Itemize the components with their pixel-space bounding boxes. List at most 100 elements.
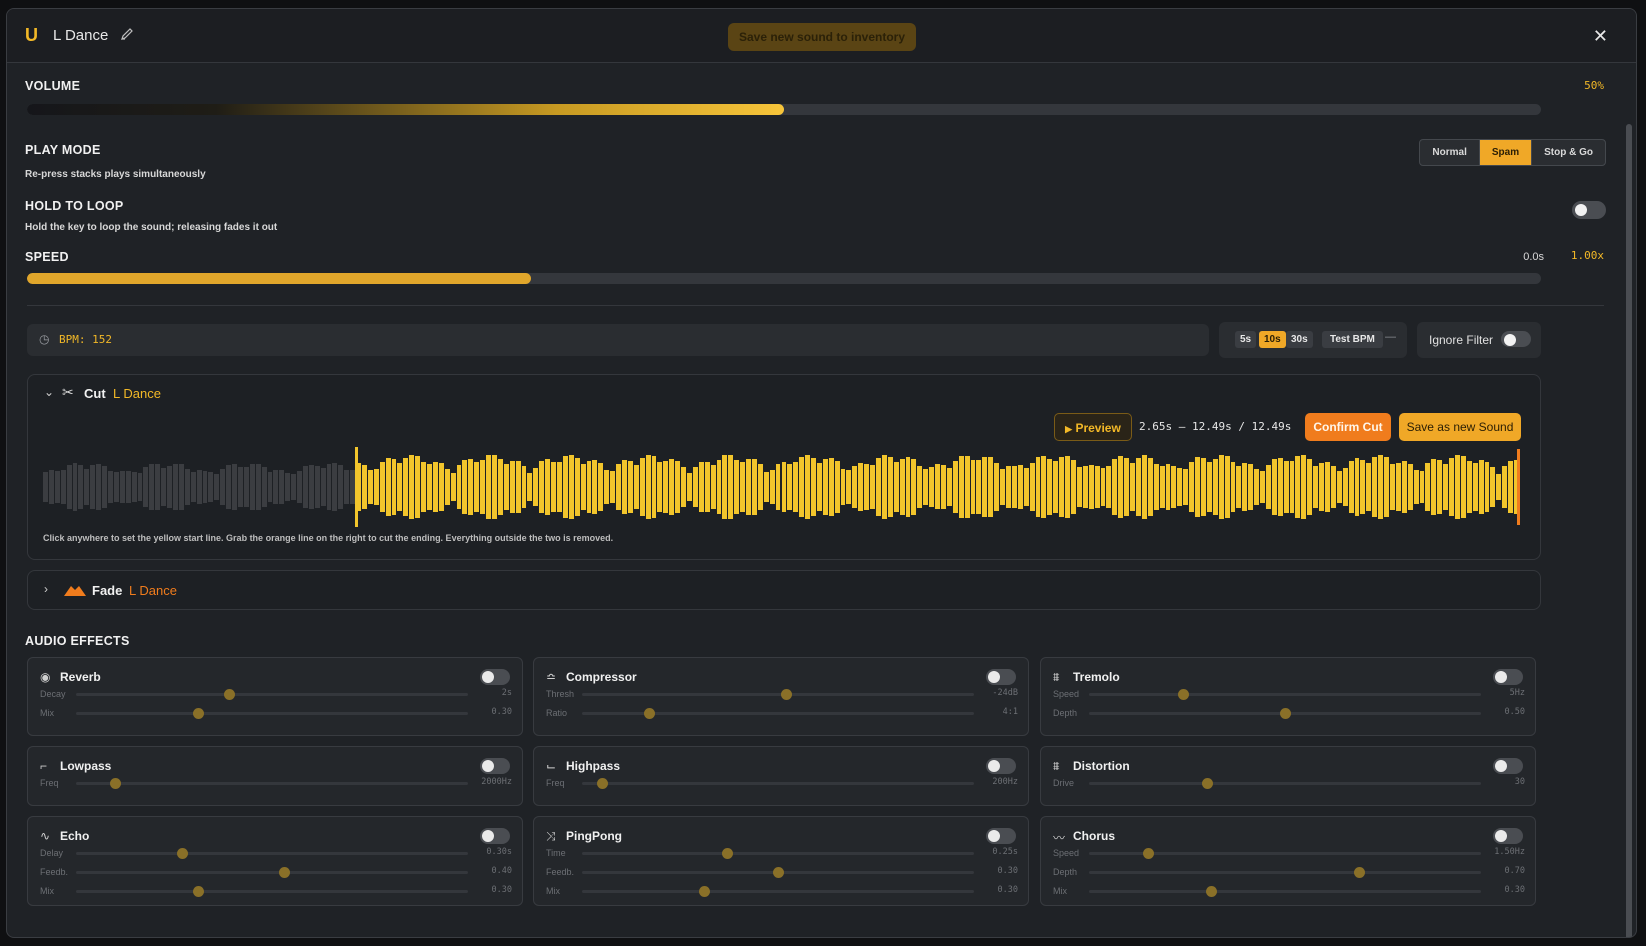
- param-slider[interactable]: [1089, 867, 1481, 878]
- param-knob[interactable]: [1280, 708, 1291, 719]
- waveform-bar: [249, 463, 255, 511]
- param-knob[interactable]: [192, 708, 204, 719]
- param-slider[interactable]: [76, 867, 468, 878]
- effect-toggle[interactable]: [986, 669, 1016, 685]
- preview-button[interactable]: ▶ Preview: [1054, 413, 1132, 441]
- play-mode-normal[interactable]: Normal: [1420, 140, 1480, 165]
- param-slider[interactable]: [582, 848, 974, 859]
- waveform-bar: [639, 457, 645, 517]
- cut-start-marker[interactable]: [355, 447, 359, 527]
- param-knob[interactable]: [1178, 689, 1190, 700]
- waveform-bar: [409, 454, 415, 520]
- duration-10s[interactable]: 10s: [1259, 331, 1286, 348]
- effect-toggle[interactable]: [1493, 669, 1523, 685]
- param-knob[interactable]: [722, 848, 734, 859]
- waveform-bar: [1118, 456, 1124, 518]
- param-slider[interactable]: [1089, 848, 1481, 859]
- param-slider[interactable]: [582, 708, 974, 719]
- waveform-bar: [184, 468, 190, 506]
- param-knob[interactable]: [176, 848, 188, 859]
- param-knob[interactable]: [1205, 886, 1217, 897]
- param-slider[interactable]: [1089, 886, 1481, 897]
- waveform-bar: [1277, 457, 1283, 517]
- duration-30s[interactable]: 30s: [1286, 331, 1313, 348]
- volume-slider[interactable]: [27, 104, 1541, 115]
- speed-slider[interactable]: [27, 273, 1541, 284]
- effect-toggle[interactable]: [986, 758, 1016, 774]
- scrollbar[interactable]: [1626, 124, 1632, 937]
- effect-toggle[interactable]: [480, 758, 510, 774]
- param-slider[interactable]: [76, 708, 468, 719]
- waveform-bar: [1342, 467, 1348, 507]
- param-slider[interactable]: [582, 886, 974, 897]
- waveform-bar: [1183, 469, 1189, 505]
- ignore-filter-toggle[interactable]: [1501, 331, 1531, 347]
- save-as-new-sound-button[interactable]: Save as new Sound: [1399, 413, 1521, 441]
- param-slider[interactable]: [582, 867, 974, 878]
- param-slider[interactable]: [1089, 778, 1481, 789]
- bpm-dash: —: [1385, 331, 1396, 343]
- duration-5s[interactable]: 5s: [1235, 331, 1257, 348]
- title-bar: U L Dance Save new sound to inventory ✕: [7, 9, 1636, 63]
- param-knob[interactable]: [596, 778, 608, 789]
- cut-end-marker[interactable]: [1517, 449, 1520, 525]
- param-knob[interactable]: [698, 886, 710, 897]
- effect-toggle[interactable]: [1493, 758, 1523, 774]
- param-knob[interactable]: [643, 708, 655, 719]
- param-knob[interactable]: [223, 689, 235, 700]
- scissors-icon: ✂: [62, 384, 74, 400]
- param-slider[interactable]: [582, 778, 974, 789]
- waveform-bar: [645, 454, 651, 520]
- chevron-down-icon[interactable]: ⌄: [44, 385, 54, 399]
- waveform-bar: [627, 461, 633, 513]
- edit-pencil-icon[interactable]: [119, 26, 135, 42]
- waveform-bar: [1159, 465, 1165, 509]
- param-knob[interactable]: [773, 867, 784, 878]
- param-knob[interactable]: [1354, 867, 1366, 878]
- effect-toggle[interactable]: [480, 828, 510, 844]
- waveform-bar: [438, 463, 444, 511]
- effect-toggle[interactable]: [480, 669, 510, 685]
- param-label: Depth: [1053, 708, 1078, 718]
- confirm-cut-button[interactable]: Confirm Cut: [1305, 413, 1391, 441]
- effect-toggle[interactable]: [986, 828, 1016, 844]
- param-knob[interactable]: [278, 867, 290, 878]
- ignore-filter-box: Ignore Filter: [1417, 322, 1541, 358]
- waveform-bar: [1265, 464, 1271, 510]
- waveform-bar: [320, 468, 326, 506]
- param-label: Freq: [546, 778, 565, 788]
- waveform-bar: [243, 467, 249, 507]
- play-mode-spam[interactable]: Spam: [1479, 140, 1533, 165]
- param-knob[interactable]: [1142, 848, 1154, 859]
- param-slider[interactable]: [76, 778, 468, 789]
- cut-label: Cut: [84, 386, 106, 401]
- param-knob[interactable]: [110, 778, 122, 789]
- waveform-bar: [427, 464, 432, 510]
- waveform[interactable]: [43, 447, 1520, 527]
- param-knob[interactable]: [780, 689, 792, 700]
- param-knob[interactable]: [1201, 778, 1213, 789]
- cut-panel: ⌄ ✂ Cut L Dance ▶ Preview 2.65s – 12.49s…: [27, 374, 1541, 560]
- param-slider[interactable]: [76, 848, 468, 859]
- param-slider[interactable]: [76, 689, 468, 700]
- save-to-inventory-button[interactable]: Save new sound to inventory: [728, 23, 916, 51]
- effect-toggle[interactable]: [1493, 828, 1523, 844]
- play-mode-stop-and-go[interactable]: Stop & Go: [1532, 140, 1605, 165]
- waveform-bar: [1171, 466, 1177, 508]
- fade-panel[interactable]: › Fade L Dance: [27, 570, 1541, 610]
- waveform-bar: [1378, 454, 1384, 520]
- param-slider[interactable]: [1089, 708, 1481, 719]
- waveform-bar: [1307, 459, 1313, 515]
- waveform-bar: [172, 463, 178, 511]
- waveform-bar: [1484, 461, 1490, 513]
- hold-to-loop-toggle[interactable]: [1572, 201, 1606, 219]
- close-icon[interactable]: ✕: [1593, 26, 1608, 47]
- param-value: 30: [1514, 777, 1525, 787]
- param-slider[interactable]: [76, 886, 468, 897]
- test-bpm-button[interactable]: Test BPM: [1322, 331, 1383, 348]
- waveform-bar: [1242, 463, 1248, 511]
- param-slider[interactable]: [1089, 689, 1481, 700]
- param-knob[interactable]: [192, 886, 204, 897]
- chevron-right-icon[interactable]: ›: [44, 582, 48, 596]
- param-slider[interactable]: [582, 689, 974, 700]
